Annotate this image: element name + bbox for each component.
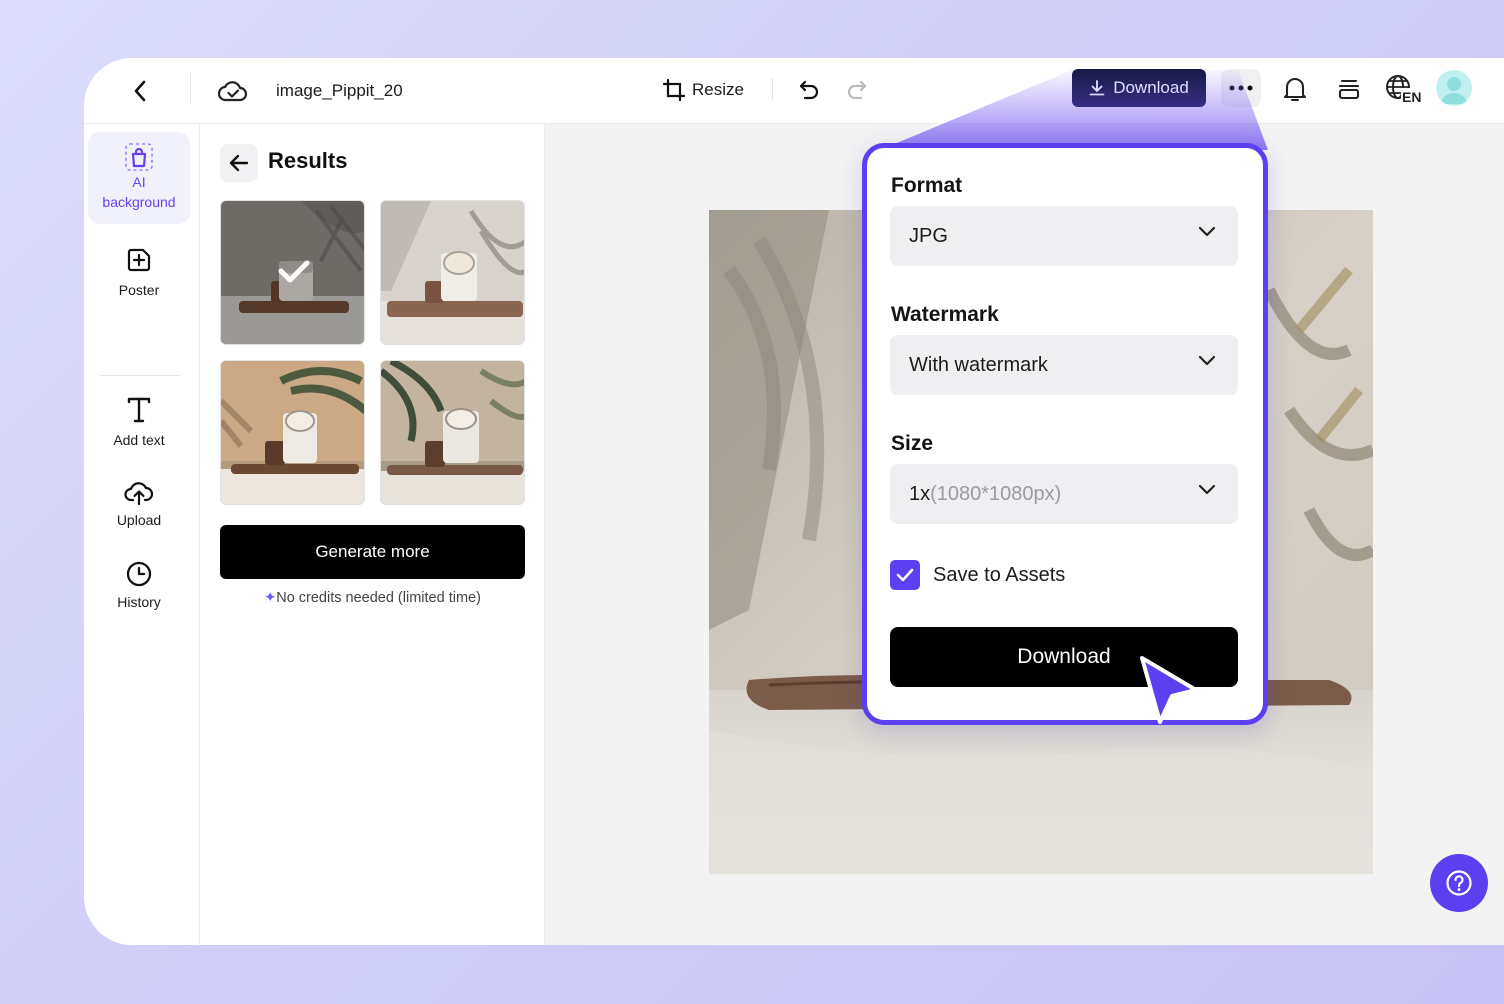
help-icon (1446, 870, 1472, 896)
rail-item-add-text[interactable]: Add text (88, 396, 190, 450)
poster-icon (127, 248, 151, 272)
download-icon (1089, 80, 1105, 96)
divider (190, 74, 191, 104)
product-photo (381, 361, 524, 504)
result-thumbnail[interactable] (220, 360, 365, 505)
checkmark-icon (896, 568, 914, 582)
results-back-button[interactable] (220, 144, 258, 182)
stack-icon (1338, 79, 1360, 100)
watermark-value: With watermark (909, 353, 1048, 376)
watermark-select[interactable]: With watermark (890, 335, 1238, 395)
product-photo (221, 361, 364, 504)
assets-button[interactable] (1332, 72, 1366, 106)
watermark-label: Watermark (891, 303, 999, 326)
user-icon (1441, 77, 1467, 104)
lang-code: EN (1402, 89, 1421, 105)
rail-item-label: Poster (118, 282, 160, 298)
chevron-left-icon (134, 80, 146, 102)
results-title: Results (268, 148, 348, 173)
file-name[interactable]: image_Pippit_20 (276, 78, 403, 104)
size-label: Size (891, 432, 934, 455)
product-photo (381, 201, 524, 344)
rail-item-label: History (117, 594, 161, 610)
app-window: image_Pippit_20 Resize Download EN AI ba… (84, 58, 1504, 945)
resize-button[interactable]: Resize (662, 73, 744, 107)
arrow-left-icon (229, 154, 249, 172)
results-panel: Results Generate more ✦No credits needed… (200, 124, 545, 945)
download-button[interactable]: Download (890, 627, 1238, 687)
size-select[interactable]: 1x (1080*1080px) (890, 464, 1238, 524)
undo-button[interactable] (794, 73, 824, 107)
generate-more-button[interactable]: Generate more (220, 525, 525, 579)
left-rail: AI background Poster Add text Upload His… (84, 124, 200, 945)
undo-icon (799, 80, 819, 100)
redo-icon (847, 80, 867, 100)
rail-item-label: Upload (116, 512, 162, 528)
resize-icon (662, 78, 686, 102)
credits-note-text: No credits needed (limited time) (276, 590, 481, 606)
chevron-down-icon (1198, 226, 1216, 237)
product-photo (221, 201, 364, 344)
ai-bag-icon (125, 143, 153, 171)
help-button[interactable] (1430, 854, 1488, 912)
resize-label: Resize (692, 80, 744, 99)
format-select[interactable]: JPG (890, 206, 1238, 266)
more-options-button[interactable] (1221, 69, 1261, 107)
size-value-main: 1x (909, 482, 931, 505)
rail-item-poster[interactable]: Poster (88, 246, 190, 300)
result-thumbnail[interactable] (380, 200, 525, 345)
cloud-saved-icon (216, 74, 250, 108)
globe-icon: EN (1386, 75, 1423, 105)
back-button[interactable] (124, 75, 156, 107)
notifications-button[interactable] (1278, 72, 1312, 106)
redo-button[interactable] (842, 73, 872, 107)
sparkle-icon: ✦ (264, 590, 277, 606)
rail-item-upload[interactable]: Upload (88, 478, 190, 530)
save-to-assets-label[interactable]: Save to Assets (933, 564, 1065, 587)
rail-item-label: Add text (113, 432, 165, 448)
format-label: Format (891, 174, 963, 197)
credits-note: ✦No credits needed (limited time) (220, 590, 525, 606)
top-bar: image_Pippit_20 Resize Download EN (84, 58, 1504, 124)
chevron-down-icon (1198, 484, 1216, 495)
download-top-label: Download (1113, 78, 1189, 97)
format-value: JPG (909, 224, 948, 247)
bell-icon (1283, 78, 1307, 102)
save-to-assets-checkbox[interactable] (890, 560, 920, 590)
clock-icon (126, 561, 152, 587)
result-thumbnail[interactable] (380, 360, 525, 505)
download-top-button[interactable]: Download (1072, 69, 1206, 107)
rail-divider (100, 375, 180, 376)
upload-cloud-icon (124, 482, 154, 506)
text-icon (127, 397, 151, 423)
language-button[interactable]: EN (1384, 70, 1424, 108)
rail-item-history[interactable]: History (88, 560, 190, 612)
more-dots-icon (1229, 85, 1253, 91)
rail-item-ai-background[interactable]: AI background (88, 132, 190, 224)
result-thumbnail[interactable] (220, 200, 365, 345)
rail-item-label: AI background (102, 174, 176, 210)
download-popover: Format JPG Watermark With watermark Size… (862, 143, 1268, 725)
chevron-down-icon (1198, 355, 1216, 366)
avatar[interactable] (1436, 70, 1472, 106)
size-value-detail: (1080*1080px) (930, 482, 1062, 505)
divider (772, 78, 773, 100)
